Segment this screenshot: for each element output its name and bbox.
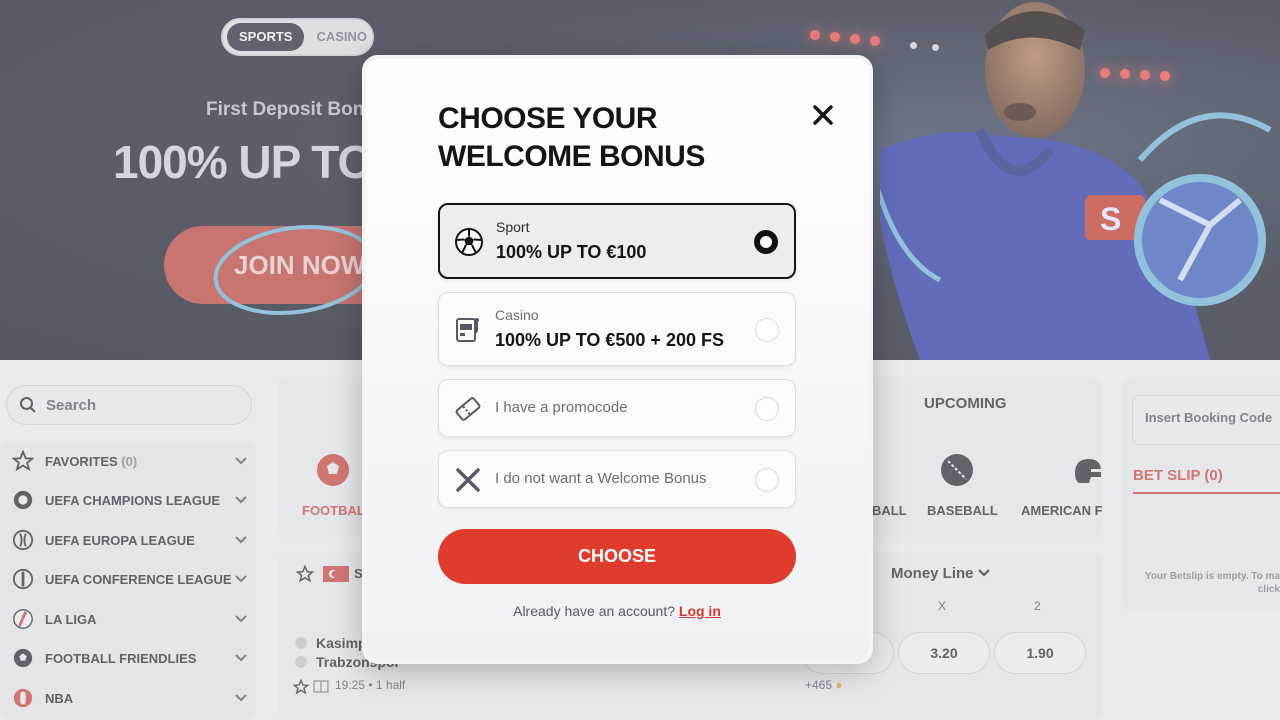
option-radio[interactable] [755,397,779,421]
cross-icon [456,468,480,492]
bonus-option-promocode[interactable]: I have a promocode [438,379,796,437]
option-label: Casino [495,307,539,323]
modal-title: CHOOSE YOUR WELCOME BONUS [438,102,705,173]
option-radio[interactable] [755,468,779,492]
option-label: I do not want a Welcome Bonus [495,470,707,487]
option-radio[interactable] [755,318,779,342]
soccer-ball-icon [455,228,483,256]
slot-machine-icon [456,318,479,342]
choose-button[interactable]: CHOOSE [438,529,796,584]
option-label: I have a promocode [495,399,628,416]
bonus-option-no-bonus[interactable]: I do not want a Welcome Bonus [438,450,796,508]
close-icon[interactable] [808,100,838,130]
login-prompt: Already have an account? Log in [438,603,796,619]
option-value: 100% UP TO €500 + 200 FS [495,330,724,350]
bonus-option-sport[interactable]: Sport 100% UP TO €100 [438,203,796,279]
login-prompt-text: Already have an account? [513,603,675,619]
bonus-option-casino[interactable]: Casino 100% UP TO €500 + 200 FS [438,292,796,366]
option-radio[interactable] [754,230,778,254]
option-label: Sport [496,219,530,235]
login-link[interactable]: Log in [679,603,721,619]
ticket-icon [455,397,481,421]
option-value: 100% UP TO €100 [496,242,647,262]
